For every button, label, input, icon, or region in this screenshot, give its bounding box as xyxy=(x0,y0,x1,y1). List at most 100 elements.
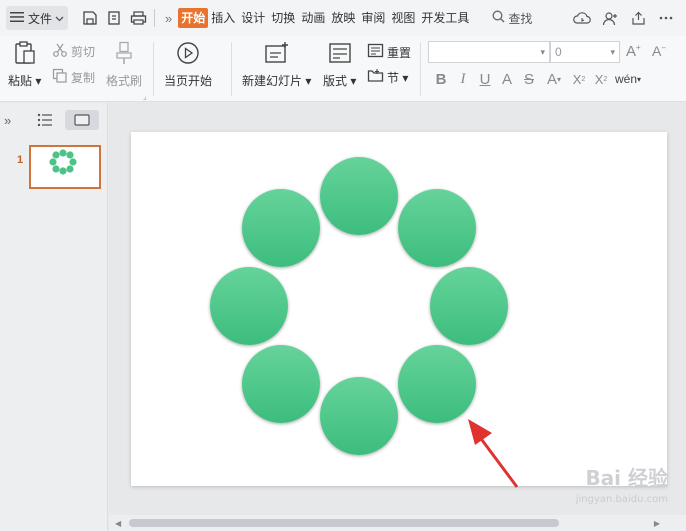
tab-animation[interactable]: 动画 xyxy=(298,8,328,28)
format-painter-icon xyxy=(114,41,134,68)
italic-icon[interactable]: I xyxy=(452,68,474,90)
ribbon-tabs: 开始 插入 设计 切换 动画 放映 审阅 视图 开发工具 xyxy=(178,8,472,28)
paste-button[interactable]: 粘贴 ▾ xyxy=(8,41,41,89)
cloud-sync-icon[interactable] xyxy=(568,6,596,30)
slide-thumbnail-pane: » 1 xyxy=(0,103,108,531)
layout-text: 版式 xyxy=(323,74,348,88)
cut-label: 剪切 xyxy=(71,45,96,59)
tab-developer[interactable]: 开发工具 xyxy=(418,8,472,28)
layout-icon xyxy=(328,41,352,68)
paste-label: 粘贴 ▾ xyxy=(8,74,42,88)
chevron-down-icon xyxy=(55,11,64,25)
ribbon-toolbar: 粘贴 ▾ 剪切 复制 格式刷 当页开始 新建幻灯片 ▾ 版式 ▾ 重置 节 ▾ … xyxy=(0,36,686,102)
reset-icon xyxy=(367,43,384,61)
from-current-slide-button[interactable]: 当页开始 xyxy=(164,41,212,89)
search-button[interactable]: 查找 xyxy=(492,10,532,27)
new-slide-label: 新建幻灯片 ▾ xyxy=(242,74,312,88)
section-label: 节 ▾ xyxy=(387,70,409,85)
decrease-font-size-button[interactable]: A− xyxy=(652,43,666,59)
underline-icon[interactable]: U xyxy=(474,68,496,90)
section-icon xyxy=(367,68,384,86)
subscript-icon[interactable]: X2 xyxy=(590,68,612,90)
window-actions xyxy=(568,6,680,30)
section-button[interactable]: 节 ▾ xyxy=(367,68,408,86)
layout-label: 版式 ▾ xyxy=(323,74,357,88)
clipboard-icon xyxy=(14,41,36,68)
export-pdf-icon[interactable] xyxy=(102,6,126,30)
scroll-thumb[interactable] xyxy=(129,519,559,527)
outline-view-icon[interactable] xyxy=(35,110,55,130)
section-text: 节 xyxy=(387,70,400,85)
font-decrease-icon: A− xyxy=(652,43,667,59)
shadow-icon[interactable]: A xyxy=(496,68,518,90)
collaborate-icon[interactable] xyxy=(596,6,624,30)
scroll-right-icon[interactable]: ▶ xyxy=(654,519,660,528)
chevron-down-icon: ▾ xyxy=(540,46,545,57)
thumbnail-preview xyxy=(49,149,77,175)
file-menu-label: 文件 xyxy=(28,11,53,26)
watermark-logo: Bai 经验 xyxy=(585,466,668,490)
ribbon-separator xyxy=(153,42,154,96)
ribbon-separator xyxy=(420,42,421,96)
font-family-select[interactable]: ▾ xyxy=(428,41,550,63)
reset-button[interactable]: 重置 xyxy=(367,43,411,61)
file-menu-button[interactable]: 文件 xyxy=(6,6,69,30)
save-icon[interactable] xyxy=(78,6,102,30)
slide-editing-canvas[interactable]: Bai 经验 jingyan.baidu.com xyxy=(109,103,686,515)
superscript-icon[interactable]: X2 xyxy=(568,68,590,90)
scroll-left-icon[interactable]: ◀ xyxy=(115,519,121,528)
chevron-down-icon: ▾ xyxy=(610,46,615,57)
increase-font-size-button[interactable]: A+ xyxy=(626,43,641,60)
hamburger-icon xyxy=(10,11,24,26)
font-increase-icon: A+ xyxy=(626,43,641,60)
font-size-value: 0 xyxy=(555,45,562,59)
tab-transition[interactable]: 切换 xyxy=(268,8,298,28)
format-painter-button[interactable]: 格式刷 xyxy=(106,41,142,89)
red-arrow-annotation xyxy=(468,419,519,488)
reset-label: 重置 xyxy=(387,45,412,60)
phonetic-guide-icon[interactable]: wén ▾ xyxy=(612,68,644,90)
more-options-icon[interactable] xyxy=(652,6,680,30)
slide-number: 1 xyxy=(17,154,24,166)
tab-design[interactable]: 设计 xyxy=(238,8,268,28)
scissors-icon xyxy=(52,43,68,60)
format-painter-label: 格式刷 xyxy=(106,74,143,88)
bold-icon[interactable]: B xyxy=(430,68,452,90)
new-slide-text: 新建幻灯片 xyxy=(242,74,303,88)
copy-icon xyxy=(52,68,68,86)
pane-view-switcher: » xyxy=(0,103,107,137)
copy-button[interactable]: 复制 xyxy=(52,68,95,86)
more-chevron-icon[interactable]: » xyxy=(165,11,172,26)
play-circle-icon xyxy=(176,41,200,68)
watermark-url: jingyan.baidu.com xyxy=(575,494,668,505)
share-icon[interactable] xyxy=(624,6,652,30)
tab-slideshow[interactable]: 放映 xyxy=(328,8,358,28)
search-label: 查找 xyxy=(508,11,533,26)
search-icon xyxy=(492,10,505,26)
horizontal-scrollbar[interactable]: ◀ ▶ xyxy=(109,515,686,531)
copy-label: 复制 xyxy=(71,70,96,85)
ribbon-dialog-launcher-icon[interactable]: ⌟ xyxy=(143,92,147,101)
paste-text: 粘贴 xyxy=(8,74,33,88)
new-slide-icon xyxy=(264,41,290,68)
quick-access-toolbar: » xyxy=(78,6,178,30)
slides-view-icon[interactable] xyxy=(65,110,100,130)
tab-insert[interactable]: 插入 xyxy=(208,8,238,28)
expand-pane-icon[interactable]: » xyxy=(4,113,11,128)
menu-bar: 文件 » 开始 插入 设计 切换 动画 放映 审阅 视图 开发工具 查找 xyxy=(0,0,686,36)
ribbon-separator xyxy=(231,42,232,96)
strikethrough-icon[interactable]: S xyxy=(518,68,540,90)
toolbar-separator xyxy=(154,9,156,27)
from-current-label: 当页开始 xyxy=(164,74,213,88)
tab-view[interactable]: 视图 xyxy=(388,8,418,28)
layout-button[interactable]: 版式 ▾ xyxy=(323,41,356,89)
tab-review[interactable]: 审阅 xyxy=(358,8,388,28)
new-slide-button[interactable]: 新建幻灯片 ▾ xyxy=(242,41,311,89)
font-color-icon[interactable]: A ▾ xyxy=(540,68,568,90)
print-icon[interactable] xyxy=(126,6,150,30)
cut-button[interactable]: 剪切 xyxy=(52,43,95,60)
font-size-select[interactable]: 0 ▾ xyxy=(550,41,620,63)
slide-thumbnail[interactable] xyxy=(29,145,101,189)
tab-home[interactable]: 开始 xyxy=(178,8,209,28)
text-format-row: B I U A S A ▾ X2 X2 wén ▾ xyxy=(430,68,644,90)
